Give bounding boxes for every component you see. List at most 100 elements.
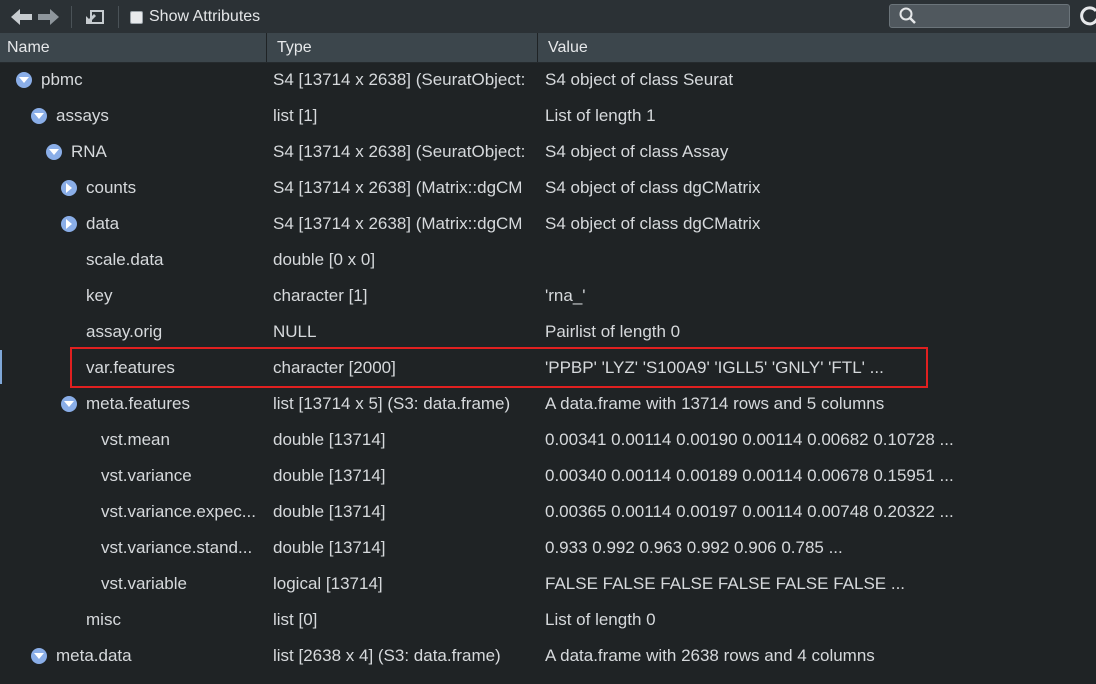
search-icon	[899, 7, 916, 24]
row-name-cell: vst.variance.expec...	[0, 494, 262, 530]
row-name-cell: key	[0, 278, 262, 314]
row-name: misc	[86, 610, 121, 629]
row-name: pbmc	[41, 70, 83, 89]
row-name: assays	[56, 106, 109, 125]
collapse-toggle-icon[interactable]	[61, 216, 77, 232]
toolbar-separator	[118, 6, 119, 28]
row-value: 0.00341 0.00114 0.00190 0.00114 0.00682 …	[545, 430, 954, 449]
row-value: 'rna_'	[545, 286, 586, 305]
row-value: Pairlist of length 0	[545, 322, 681, 341]
expand-toggle-icon[interactable]	[16, 72, 32, 88]
collapse-toggle-icon[interactable]	[61, 180, 77, 196]
expand-toggle-icon[interactable]	[31, 648, 47, 664]
row-name-cell: vst.variable	[0, 566, 262, 602]
row-type: list [0]	[273, 610, 318, 629]
row-value: A data.frame with 2638 rows and 4 column…	[545, 646, 875, 665]
tree-row[interactable]: scale.data double [0 x 0]	[0, 242, 1096, 278]
row-value: S4 object of class dgCMatrix	[545, 214, 761, 233]
tree-row[interactable]: counts S4 [13714 x 2638] (Matrix::dgCM S4 …	[0, 170, 1096, 206]
row-type: list [2638 x 4] (S3: data.frame)	[273, 646, 501, 665]
row-name-cell: misc	[0, 602, 262, 638]
back-button[interactable]	[10, 7, 34, 27]
show-attributes-checkbox[interactable]	[130, 10, 143, 24]
row-name: vst.variable	[101, 574, 187, 593]
row-value: List of length 1	[545, 106, 656, 125]
row-name: vst.mean	[101, 430, 170, 449]
tree-row[interactable]: pbmc S4 [13714 x 2638] (SeuratObject: S4 o…	[0, 62, 1096, 98]
show-attributes-label: Show Attributes	[149, 8, 261, 25]
row-name: key	[86, 286, 113, 305]
row-name: vst.variance.expec...	[101, 502, 256, 521]
row-name-cell: data	[0, 206, 262, 242]
highlight-box	[70, 347, 928, 388]
tree-row[interactable]: vst.variable logical [13714] FALSE FALSE F…	[0, 566, 1096, 602]
row-name-cell: pbmc	[0, 62, 262, 98]
tree-row[interactable]: vst.variance.stand... double [13714] 0.933…	[0, 530, 1096, 566]
row-value: S4 object of class Seurat	[545, 70, 734, 89]
row-value: 0.933 0.992 0.963 0.992 0.906 0.785 ...	[545, 538, 843, 557]
toolbar: Show Attributes	[0, 0, 1096, 33]
tree-row[interactable]: assay.orig NULL Pairlist of length 0	[0, 314, 1096, 350]
row-type: double [13714]	[273, 466, 386, 485]
row-name-cell: vst.mean	[0, 422, 262, 458]
expand-toggle-icon[interactable]	[46, 144, 62, 160]
row-name-cell: scale.data	[0, 242, 262, 278]
tree-row[interactable]: RNA S4 [13714 x 2638] (SeuratObject: S4 ob…	[0, 134, 1096, 170]
row-name-cell: counts	[0, 170, 262, 206]
row-name-cell: vst.variance	[0, 458, 262, 494]
arrow-left-icon	[11, 9, 32, 25]
row-type: double [13714]	[273, 502, 386, 521]
row-name: data	[86, 214, 120, 233]
tree-row[interactable]: key character [1] 'rna_'	[0, 278, 1096, 314]
row-name: vst.variance.stand...	[101, 538, 253, 557]
row-type: double [13714]	[273, 538, 386, 557]
row-name-cell: meta.data	[0, 638, 262, 674]
column-divider[interactable]	[266, 33, 267, 62]
tree-row[interactable]: meta.data list [2638 x 4] (S3: data.frame…	[0, 638, 1096, 674]
tree-row[interactable]: vst.variance double [13714] 0.00340 0.0011…	[0, 458, 1096, 494]
show-attributes-toggle[interactable]: Show Attributes	[130, 7, 260, 27]
row-type: list [13714 x 5] (S3: data.frame)	[273, 394, 511, 413]
tree-row[interactable]: data S4 [13714 x 2638] (Matrix::dgCM S4 ob…	[0, 206, 1096, 242]
forward-button[interactable]	[36, 7, 60, 27]
row-value: FALSE FALSE FALSE FALSE FALSE FALSE ...	[545, 574, 906, 593]
row-value: 0.00365 0.00114 0.00197 0.00114 0.00748 …	[545, 502, 954, 521]
row-name-cell: vst.variance.stand...	[0, 530, 262, 566]
row-name: assay.orig	[86, 322, 163, 341]
tree-row[interactable]: meta.features list [13714 x 5] (S3: data.…	[0, 386, 1096, 422]
tree-row[interactable]: vst.mean double [13714] 0.00341 0.00114 0.…	[0, 422, 1096, 458]
tree-row[interactable]: assays list [1] List of length 1	[0, 98, 1096, 134]
tree-row[interactable]: misc list [0] List of length 0	[0, 602, 1096, 638]
expand-toggle-icon[interactable]	[61, 396, 77, 412]
row-name-cell: assay.orig	[0, 314, 262, 350]
column-divider[interactable]	[537, 33, 538, 62]
column-header-name[interactable]: Name	[0, 33, 266, 62]
row-value: S4 object of class dgCMatrix	[545, 178, 761, 197]
row-name-cell: assays	[0, 98, 262, 134]
column-header-type[interactable]: Type	[270, 33, 537, 62]
row-type: S4 [13714 x 2638] (Matrix::dgCM	[273, 178, 523, 197]
row-value: List of length 0	[545, 610, 656, 629]
row-value: A data.frame with 13714 rows and 5 colum…	[545, 394, 885, 413]
row-name: meta.data	[56, 646, 132, 665]
popout-icon	[86, 10, 104, 24]
row-type: character [1]	[273, 286, 368, 305]
search-input[interactable]	[889, 4, 1070, 28]
refresh-icon[interactable]	[1080, 5, 1096, 27]
row-type: S4 [13714 x 2638] (SeuratObject:	[273, 142, 526, 161]
row-type: double [13714]	[273, 430, 386, 449]
row-name: counts	[86, 178, 137, 197]
row-type: NULL	[273, 322, 317, 341]
tree-row[interactable]: vst.variance.expec... double [13714] 0.003…	[0, 494, 1096, 530]
row-type: double [0 x 0]	[273, 250, 376, 269]
popout-button[interactable]	[83, 7, 107, 27]
column-header: Name Type Value	[0, 33, 1096, 63]
column-header-value[interactable]: Value	[541, 33, 1096, 62]
expand-toggle-icon[interactable]	[31, 108, 47, 124]
row-name: vst.variance	[101, 466, 192, 485]
row-type: S4 [13714 x 2638] (SeuratObject:	[273, 70, 526, 89]
row-type: logical [13714]	[273, 574, 383, 593]
row-value	[545, 242, 1085, 278]
row-name-cell: meta.features	[0, 386, 262, 422]
row-value: 0.00340 0.00114 0.00189 0.00114 0.00678 …	[545, 466, 954, 485]
